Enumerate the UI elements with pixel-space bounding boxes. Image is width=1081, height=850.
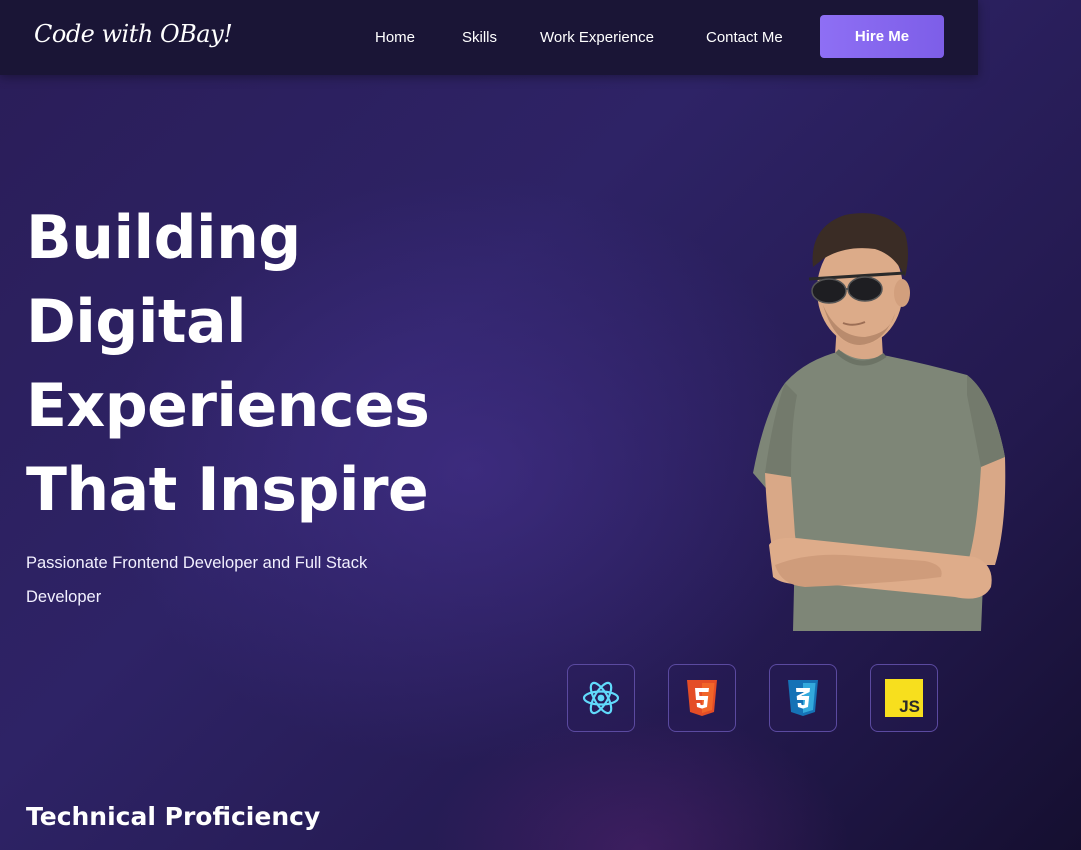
hero-subtitle: Passionate Frontend Developer and Full S…: [26, 554, 368, 606]
javascript-icon-text: JS: [899, 697, 920, 716]
nav-link-work-experience[interactable]: Work Experience: [540, 29, 654, 46]
hero-title-line: Building: [26, 203, 301, 273]
nav-link-skills[interactable]: Skills: [462, 29, 497, 46]
technical-proficiency-title: Technical Proficiency: [26, 802, 321, 831]
html5-icon[interactable]: [668, 664, 736, 732]
site-logo[interactable]: Code with OBay!: [34, 20, 233, 48]
javascript-icon[interactable]: JS: [870, 664, 938, 732]
hero-title: Building Digital Experiences That Inspir…: [26, 196, 486, 532]
react-icon[interactable]: [567, 664, 635, 732]
css3-icon[interactable]: [769, 664, 837, 732]
nav-link-contact[interactable]: Contact Me: [706, 29, 783, 46]
profile-portrait: [745, 205, 1010, 631]
hero-title-line: Digital: [26, 287, 247, 357]
nav-link-home[interactable]: Home: [375, 29, 415, 46]
navbar: Code with OBay! Home Skills Work Experie…: [0, 0, 978, 75]
hire-me-button[interactable]: Hire Me: [820, 15, 944, 58]
hero-title-line: That Inspire: [26, 455, 429, 525]
hero-title-line: Experiences: [26, 371, 430, 441]
